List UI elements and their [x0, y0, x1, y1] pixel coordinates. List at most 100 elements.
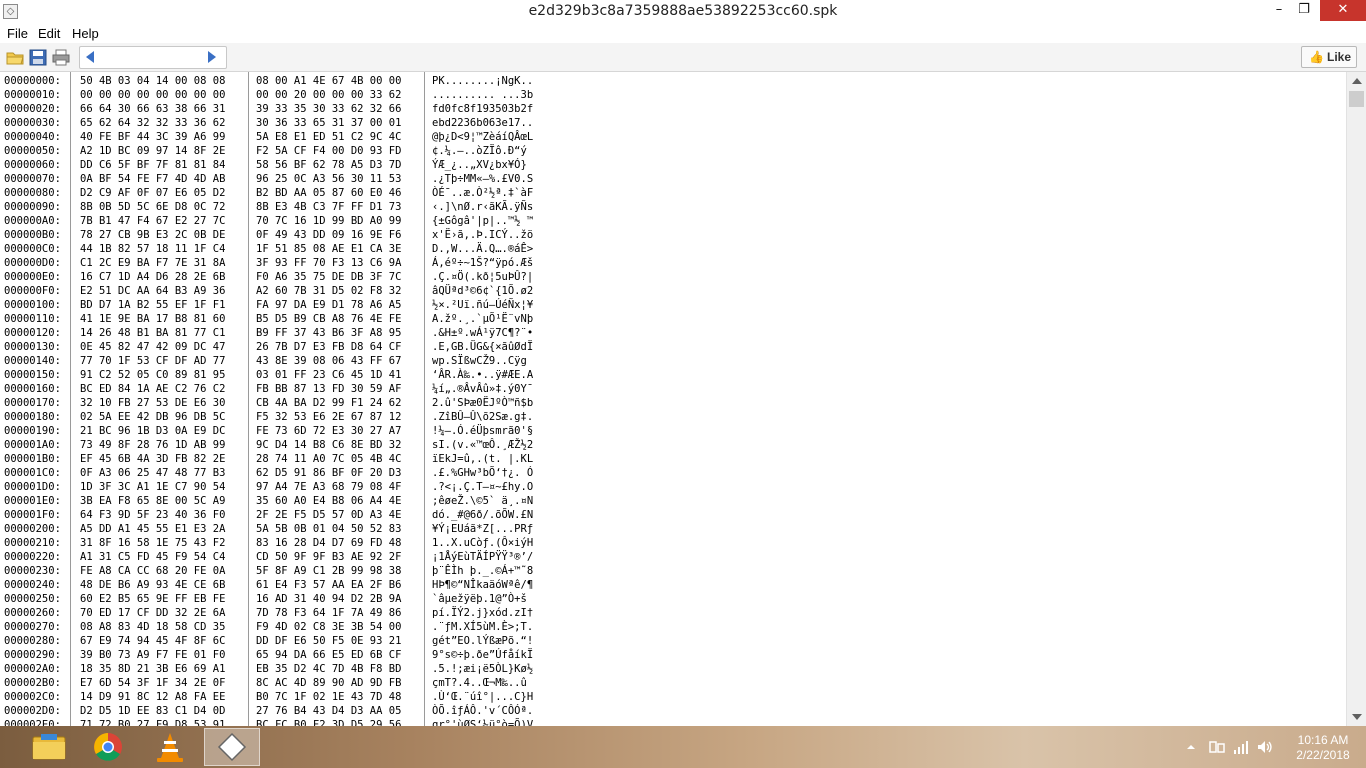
hex-offset[interactable]: 00000090:	[4, 200, 61, 214]
ascii-text[interactable]: çmT?.4..Œ¬M‰.­.û	[432, 676, 527, 690]
hex-bytes-left[interactable]: E7 6D 54 3F 1F 34 2E 0F	[80, 676, 225, 690]
ascii-text[interactable]: .ZîBÛ–Û\õ2Sæ.g‡.	[432, 410, 533, 424]
hex-bytes-right[interactable]: 96 25 0C A3 56 30 11 53	[256, 172, 401, 186]
ascii-text[interactable]: sI.(v.«™œÔ.¸ÆŽ½2	[432, 438, 533, 452]
hex-bytes-left[interactable]: 18 35 8D 21 3B E6 69 A1	[80, 662, 225, 676]
hex-offset[interactable]: 000002C0:	[4, 690, 61, 704]
hex-bytes-right[interactable]: B0 7C 1F 02 1E 43 7D 48	[256, 690, 401, 704]
hex-bytes-right[interactable]: 3F 93 FF 70 F3 13 C6 9A	[256, 256, 401, 270]
hex-bytes-right[interactable]: 27 76 B4 43 D4 D3 AA 05	[256, 704, 401, 718]
hex-bytes-right[interactable]: 35 60 A0 E4 B8 06 A4 4E	[256, 494, 401, 508]
hex-bytes-right[interactable]: 9C D4 14 B8 C6 8E BD 32	[256, 438, 401, 452]
ascii-text[interactable]: ebd2236b063e17..	[432, 116, 533, 130]
vertical-scrollbar[interactable]	[1346, 72, 1366, 726]
hex-bytes-left[interactable]: A5 DD A1 45 55 E1 E3 2A	[80, 522, 225, 536]
maximize-button[interactable]: ❐	[1287, 0, 1321, 21]
hex-offset[interactable]: 00000150:	[4, 368, 61, 382]
ascii-text[interactable]: ¢.¼.—..òZÏô.Ð“ý	[432, 144, 527, 158]
ascii-text[interactable]: ÝÆ_¿..„XV¿bx¥Ó}	[432, 158, 527, 172]
hex-bytes-right[interactable]: 8C AC 4D 89 90 AD 9D FB	[256, 676, 401, 690]
hex-bytes-right[interactable]: EB 35 D2 4C 7D 4B F8 BD	[256, 662, 401, 676]
hex-bytes-right[interactable]: 28 74 11 A0 7C 05 4B 4C	[256, 452, 401, 466]
hex-bytes-left[interactable]: 60 E2 B5 65 9E FF EB FE	[80, 592, 225, 606]
hex-bytes-left[interactable]: 71 72 B0 27 F9 D8 53 91	[80, 718, 225, 726]
print-icon[interactable]	[52, 49, 70, 66]
hex-bytes-right[interactable]: 83 16 28 D4 D7 69 FD 48	[256, 536, 401, 550]
hex-bytes-right[interactable]: 62 D5 91 86 BF 0F 20 D3	[256, 466, 401, 480]
hex-bytes-left[interactable]: A1 31 C5 FD 45 F9 54 C4	[80, 550, 225, 564]
ascii-text[interactable]: x'Ë›ã,.Þ.ICÝ..žö	[432, 228, 533, 242]
hex-offset[interactable]: 00000000:	[4, 74, 61, 88]
ascii-text[interactable]: {±Gôgâ'|p|..™½ ™	[432, 214, 533, 228]
hex-offset[interactable]: 000001C0:	[4, 466, 61, 480]
ascii-text[interactable]: ‹.]\nØ.r‹ãKÃ.ÿÑs	[432, 200, 533, 214]
hex-bytes-right[interactable]: 58 56 BF 62 78 A5 D3 7D	[256, 158, 401, 172]
ascii-text[interactable]: ¥Ý¡EUáã*Z[...PRƒ	[432, 522, 533, 536]
hex-offset[interactable]: 00000220:	[4, 550, 61, 564]
hex-bytes-right[interactable]: 5A 5B 0B 01 04 50 52 83	[256, 522, 401, 536]
menu-help[interactable]: Help	[72, 26, 99, 41]
hex-bytes-right[interactable]: CB 4A BA D2 99 F1 24 62	[256, 396, 401, 410]
hex-bytes-right[interactable]: 16 AD 31 40 94 D2 2B 9A	[256, 592, 401, 606]
show-hidden-icons-chevron[interactable]	[1186, 741, 1196, 768]
hex-offset[interactable]: 00000260:	[4, 606, 61, 620]
ascii-text[interactable]: ïEkJ=û‚.(t. |.KL	[432, 452, 533, 466]
hex-bytes-left[interactable]: 32 10 FB 27 53 DE E6 30	[80, 396, 225, 410]
hex-bytes-left[interactable]: 14 26 48 B1 BA 81 77 C1	[80, 326, 225, 340]
ascii-text[interactable]: fd0fc8f193503b2f	[432, 102, 533, 116]
hex-bytes-left[interactable]: DD C6 5F BF 7F 81 81 84	[80, 158, 225, 172]
hex-offset[interactable]: 000000F0:	[4, 284, 61, 298]
hex-offset[interactable]: 000000D0:	[4, 256, 61, 270]
ascii-text[interactable]: PK........¡NgK..	[432, 74, 533, 88]
hex-bytes-right[interactable]: 8B E3 4B C3 7F FF D1 73	[256, 200, 401, 214]
ascii-text[interactable]: 2.û'SÞæ0ËJºÒ™ñ$b	[432, 396, 533, 410]
taskbar-vlc[interactable]	[142, 728, 198, 766]
ascii-text[interactable]: Á,éº÷~1Š?“ÿpó.Æš	[432, 256, 533, 270]
ascii-text[interactable]: .......... ...3b	[432, 88, 533, 102]
hex-bytes-left[interactable]: 00 00 00 00 00 00 00 00	[80, 88, 225, 102]
hex-bytes-left[interactable]: D2 C9 AF 0F 07 E6 05 D2	[80, 186, 225, 200]
hex-offset[interactable]: 00000270:	[4, 620, 61, 634]
hex-bytes-left[interactable]: A2 1D BC 09 97 14 8F 2E	[80, 144, 225, 158]
hex-offset[interactable]: 00000280:	[4, 634, 61, 648]
hex-bytes-left[interactable]: BD D7 1A B2 55 EF 1F F1	[80, 298, 225, 312]
ascii-text[interactable]: dó._#@6ð/.õÕW.£N	[432, 508, 533, 522]
hex-offset[interactable]: 000001B0:	[4, 452, 61, 466]
ascii-text[interactable]: ¼í„.®ÂvÂû»‡.ý0Y¯	[432, 382, 533, 396]
hex-bytes-left[interactable]: 91 C2 52 05 C0 89 81 95	[80, 368, 225, 382]
hex-bytes-left[interactable]: 44 1B 82 57 18 11 1F C4	[80, 242, 225, 256]
ascii-text[interactable]: .Ç.¤Ö(.kð¦5uÞÛ?|	[432, 270, 533, 284]
hex-bytes-right[interactable]: 30 36 33 65 31 37 00 01	[256, 116, 401, 130]
hex-bytes-left[interactable]: C1 2C E9 BA F7 7E 31 8A	[80, 256, 225, 270]
hex-bytes-left[interactable]: 70 ED 17 CF DD 32 2E 6A	[80, 606, 225, 620]
hex-offset[interactable]: 00000190:	[4, 424, 61, 438]
hex-offset[interactable]: 00000140:	[4, 354, 61, 368]
hex-bytes-right[interactable]: B2 BD AA 05 87 60 E0 46	[256, 186, 401, 200]
hex-bytes-left[interactable]: 21 BC 96 1B D3 0A E9 DC	[80, 424, 225, 438]
hex-bytes-left[interactable]: 73 49 8F 28 76 1D AB 99	[80, 438, 225, 452]
menu-file[interactable]: File	[7, 26, 28, 41]
hex-offset[interactable]: 00000180:	[4, 410, 61, 424]
ascii-text[interactable]: âQÜªd³©6¢`{1Õ.ø2	[432, 284, 533, 298]
ascii-text[interactable]: ¡1ÅýEùTÄÍPŸŸ³®’/	[432, 550, 533, 564]
hex-bytes-left[interactable]: D2 D5 1D EE 83 C1 D4 0D	[80, 704, 225, 718]
ascii-text[interactable]: .¿Tþ÷MM«–%.£V0.S	[432, 172, 533, 186]
hex-offset[interactable]: 00000070:	[4, 172, 61, 186]
hex-offset[interactable]: 000000C0:	[4, 242, 61, 256]
scroll-up-arrow-icon[interactable]	[1352, 78, 1362, 84]
hex-bytes-right[interactable]: 26 7B D7 E3 FB D8 64 CF	[256, 340, 401, 354]
hex-bytes-right[interactable]: 5A E8 E1 ED 51 C2 9C 4C	[256, 130, 401, 144]
hex-bytes-left[interactable]: 14 D9 91 8C 12 A8 FA EE	[80, 690, 225, 704]
hex-bytes-right[interactable]: 39 33 35 30 33 62 32 66	[256, 102, 401, 116]
ascii-text[interactable]: HÞ¶©“NÎkaäóWªê/¶	[432, 578, 533, 592]
hex-offset[interactable]: 00000040:	[4, 130, 61, 144]
hex-bytes-right[interactable]: FA 97 DA E9 D1 78 A6 A5	[256, 298, 401, 312]
ascii-text[interactable]: pí.ÏÝ2.j}xód.zI†	[432, 606, 533, 620]
arrow-right-icon[interactable]	[208, 51, 216, 63]
navigation-box[interactable]	[79, 46, 227, 69]
hex-offset[interactable]: 00000020:	[4, 102, 61, 116]
hex-bytes-right[interactable]: F9 4D 02 C8 3E 3B 54 00	[256, 620, 401, 634]
hex-bytes-right[interactable]: F0 A6 35 75 DE DB 3F 7C	[256, 270, 401, 284]
hex-offset[interactable]: 000002D0:	[4, 704, 61, 718]
hex-bytes-left[interactable]: 1D 3F 3C A1 1E C7 90 54	[80, 480, 225, 494]
